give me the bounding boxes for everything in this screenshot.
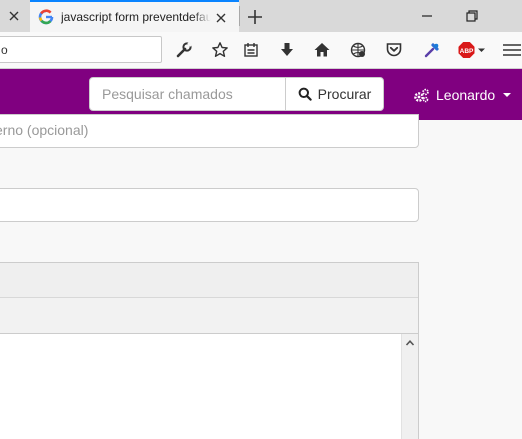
svg-text:ABP: ABP	[460, 48, 474, 55]
editor-textarea[interactable]	[0, 334, 418, 439]
pocket-icon[interactable]	[383, 39, 405, 61]
tab-strip: javascript form preventdefault	[0, 0, 522, 32]
wrench-icon[interactable]	[173, 39, 195, 61]
tab-separator	[239, 6, 240, 26]
field-placeholder: erno (opcional)	[0, 122, 89, 138]
rich-text-editor	[0, 262, 419, 439]
globe-tracking-icon[interactable]	[347, 39, 369, 61]
url-bar[interactable]: o	[0, 36, 162, 63]
editor-menubar	[0, 263, 418, 298]
scroll-up-arrow-icon[interactable]	[402, 334, 418, 351]
close-icon[interactable]	[213, 10, 229, 26]
search-input[interactable]	[89, 77, 286, 111]
tab-active[interactable]: javascript form preventdefault	[30, 0, 239, 32]
optional-text-field[interactable]: erno (opcional)	[0, 114, 419, 148]
search-button-label: Procurar	[317, 86, 372, 102]
url-text: o	[1, 43, 8, 57]
eyedropper-icon[interactable]	[421, 39, 443, 61]
home-icon[interactable]	[311, 39, 333, 61]
bookmark-star-icon[interactable]	[209, 39, 231, 61]
reading-list-icon[interactable]	[240, 39, 262, 61]
close-icon[interactable]	[6, 8, 22, 24]
editor-scrollbar[interactable]	[401, 334, 418, 439]
tab-title: javascript form preventdefault	[61, 10, 211, 24]
new-tab-plus-icon[interactable]	[244, 6, 266, 28]
nav-toolbar: o ABP	[0, 32, 522, 69]
adblock-abp-icon[interactable]: ABP	[457, 39, 487, 61]
site-header: Procurar Leonardo	[0, 69, 522, 120]
search-button[interactable]: Procurar	[285, 77, 384, 111]
text-input-field[interactable]	[0, 188, 419, 222]
search-icon	[298, 87, 312, 101]
google-favicon-icon	[38, 9, 54, 25]
user-menu-dropdown[interactable]: Leonardo	[413, 86, 512, 104]
download-arrow-icon[interactable]	[276, 39, 298, 61]
tab-previous[interactable]	[0, 0, 30, 32]
user-name: Leonardo	[436, 87, 496, 103]
cogs-icon	[414, 88, 429, 102]
restore-window-icon[interactable]	[462, 6, 482, 26]
editor-toolbar	[0, 298, 418, 334]
form-content: erno (opcional)	[0, 114, 522, 439]
minimize-icon[interactable]	[417, 6, 437, 26]
hamburger-menu-icon[interactable]	[502, 39, 522, 61]
caret-down-icon	[503, 93, 512, 97]
